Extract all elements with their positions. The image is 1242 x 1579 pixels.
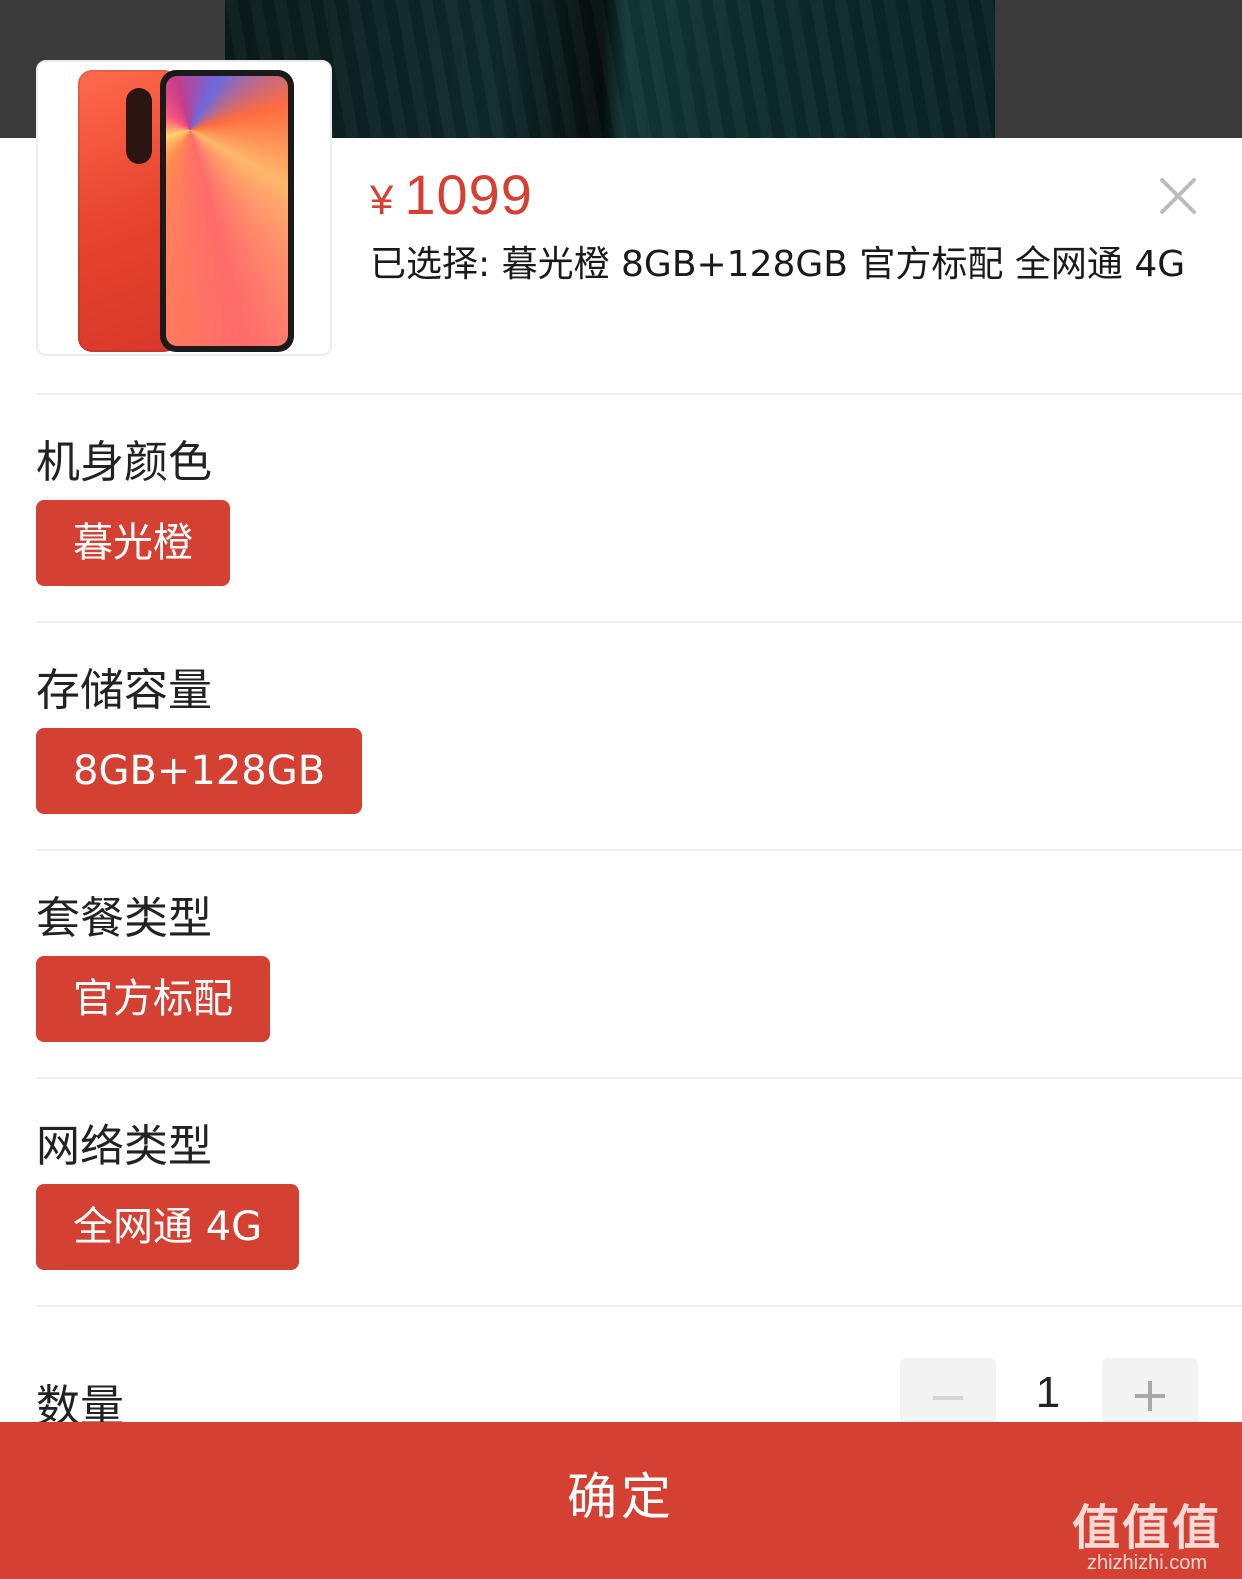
price: ¥1099 — [370, 162, 533, 227]
divider — [36, 849, 1242, 851]
divider — [36, 1305, 1242, 1307]
phone-front-image — [160, 70, 294, 352]
selected-summary: 已选择: 暮光橙 8GB+128GB 官方标配 全网通 4G — [370, 244, 1186, 285]
confirm-button[interactable]: 确定 — [0, 1422, 1242, 1579]
background-photo — [225, 0, 995, 138]
watermark-url: zhizhizhi.com — [1086, 1552, 1208, 1574]
close-icon — [1160, 178, 1196, 214]
sku-selection-sheet: ¥1099 已选择: 暮光橙 8GB+128GB 官方标配 全网通 4G 机身颜… — [0, 60, 1242, 1579]
divider — [36, 393, 1242, 395]
close-button[interactable] — [1152, 170, 1204, 222]
camera-module — [126, 88, 152, 164]
price-value: 1099 — [404, 163, 533, 226]
product-thumbnail — [36, 60, 332, 356]
section-title-package: 套餐类型 — [36, 893, 212, 944]
section-title-color: 机身颜色 — [36, 437, 212, 488]
currency-symbol: ¥ — [370, 176, 395, 223]
watermark-logo: 值值值 — [1071, 1502, 1222, 1555]
divider — [36, 1077, 1242, 1079]
option-package[interactable]: 官方标配 — [36, 956, 270, 1042]
section-title-network: 网络类型 — [36, 1121, 212, 1172]
option-color-twilight-orange[interactable]: 暮光橙 — [36, 500, 230, 586]
option-network[interactable]: 全网通 4G — [36, 1184, 300, 1270]
watermark: 值值值 zhizhizhi.com — [1072, 1488, 1222, 1575]
phone-screen — [166, 76, 288, 346]
option-storage[interactable]: 8GB+128GB — [36, 728, 363, 814]
section-title-storage: 存储容量 — [36, 665, 212, 716]
divider — [36, 621, 1242, 623]
quantity-value[interactable]: 1 — [1000, 1368, 1096, 1418]
